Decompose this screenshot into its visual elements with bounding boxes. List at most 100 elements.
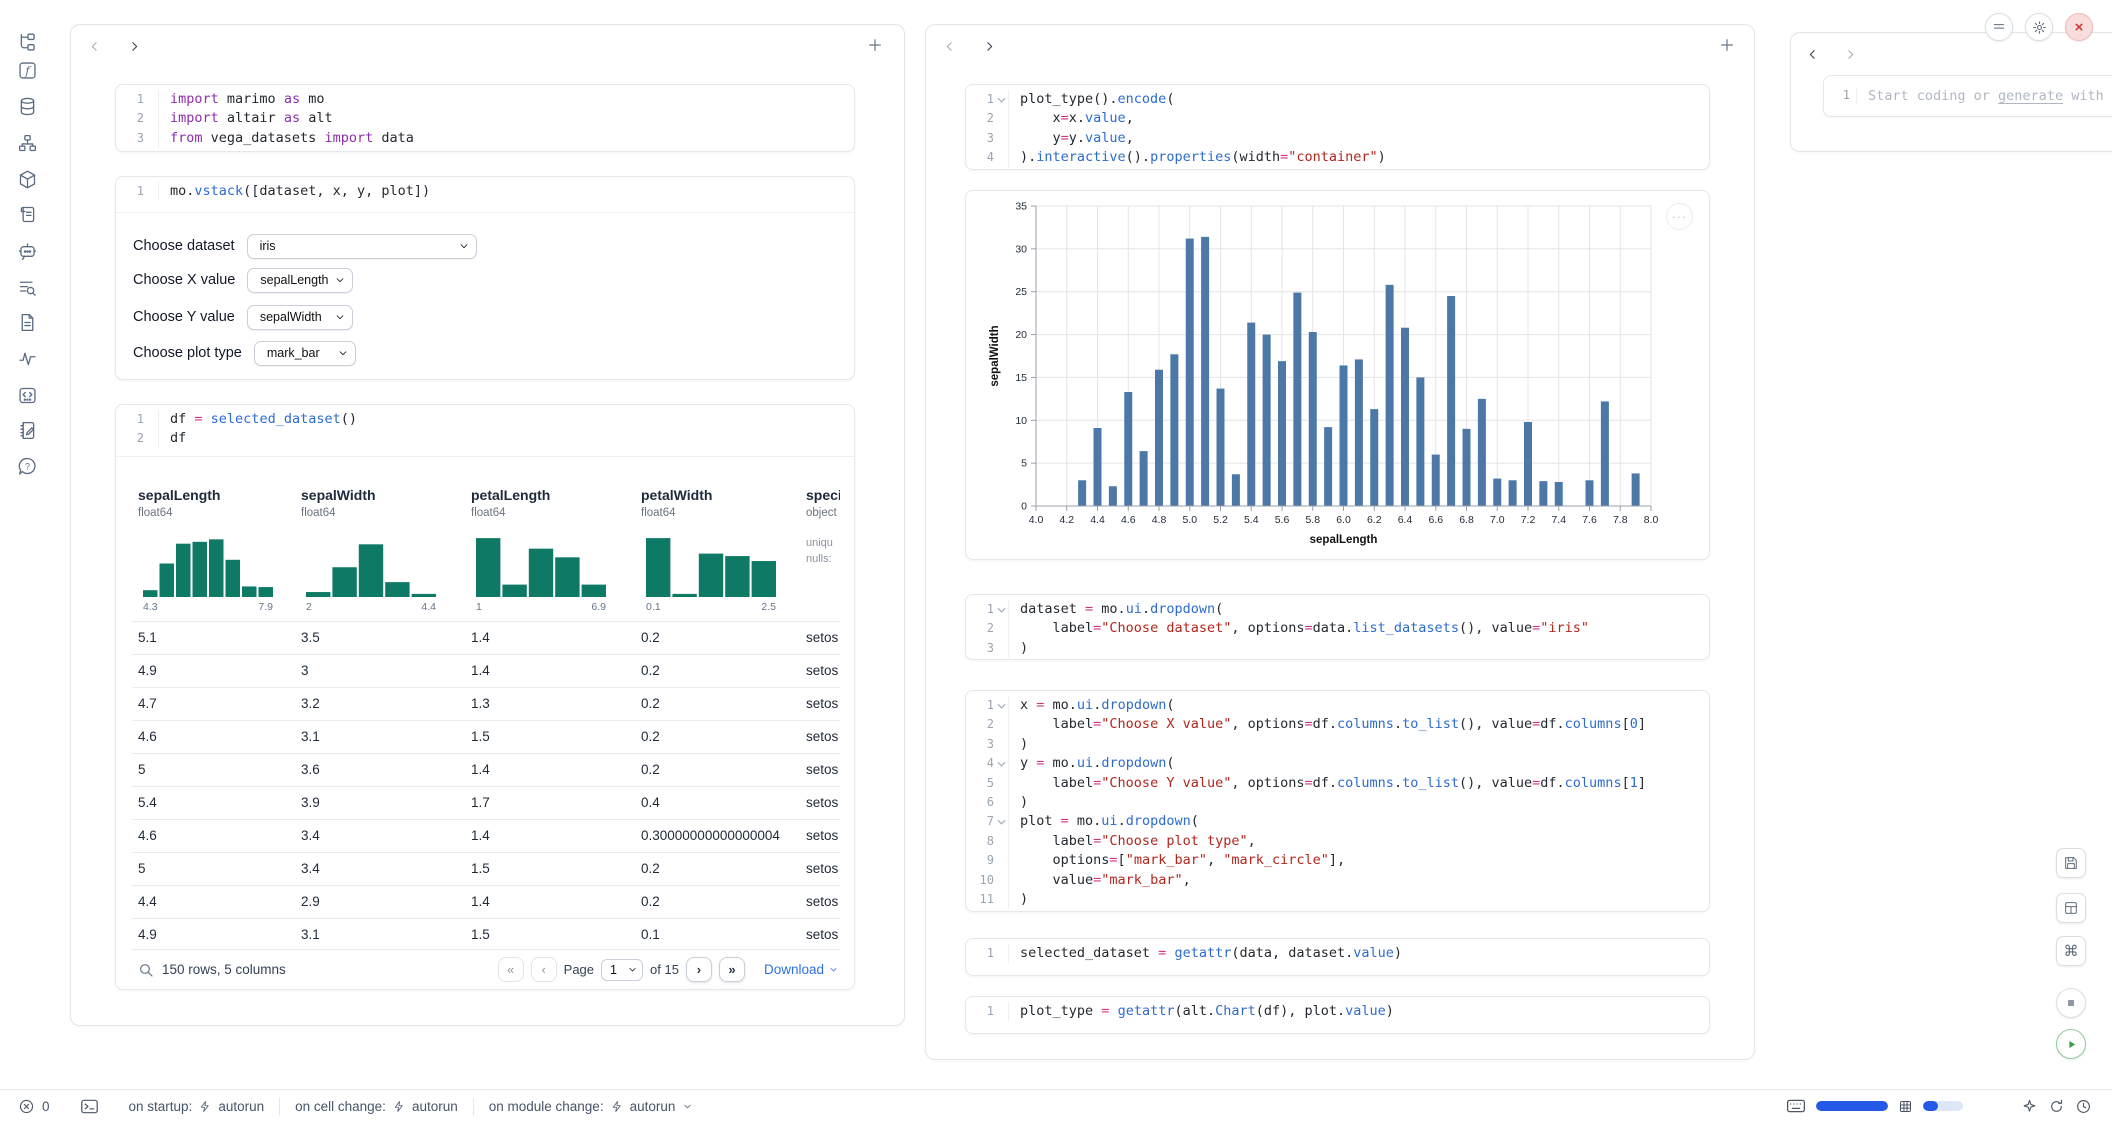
add-cell-icon[interactable] [864, 34, 886, 56]
bar[interactable] [1217, 389, 1225, 506]
download-button[interactable]: Download [764, 962, 838, 977]
bar[interactable] [1509, 480, 1517, 506]
terminal-button[interactable] [65, 1098, 114, 1115]
table-row[interactable]: 53.61.40.2setos [132, 753, 840, 786]
column-header[interactable]: speci [806, 487, 840, 503]
run-button[interactable] [2056, 1029, 2086, 1059]
bar[interactable] [1340, 365, 1348, 506]
dropdown-select[interactable]: iris [247, 234, 477, 259]
errors-indicator[interactable]: 0 [0, 1098, 65, 1115]
table-row[interactable]: 53.41.50.2setos [132, 852, 840, 885]
bar[interactable] [1586, 480, 1594, 506]
column-histogram[interactable] [646, 533, 776, 597]
fold-icon[interactable] [994, 90, 1008, 109]
bar[interactable] [1401, 328, 1409, 506]
last-page-button[interactable]: » [719, 957, 745, 982]
column-header[interactable]: petalLength [471, 487, 550, 503]
column-prev-icon[interactable] [938, 35, 960, 57]
stop-button[interactable] [2056, 988, 2086, 1018]
menu-button[interactable] [1985, 13, 2013, 41]
bar[interactable] [1293, 293, 1301, 506]
bar[interactable] [1247, 323, 1255, 506]
column-next-icon[interactable] [123, 35, 145, 57]
fold-icon[interactable] [994, 812, 1008, 831]
bar[interactable] [1601, 401, 1609, 506]
variables-icon[interactable]: f [14, 57, 40, 83]
bar[interactable] [1416, 377, 1424, 506]
column-header[interactable]: sepalLength [138, 487, 220, 503]
column-histogram[interactable] [476, 533, 606, 597]
bar[interactable] [1170, 354, 1178, 506]
dependency-graph-icon[interactable] [14, 130, 40, 156]
cell-vstack[interactable]: 1mo.vstack([dataset, x, y, plot]) Choose… [115, 176, 855, 380]
cell-xy-plot-dropdowns[interactable]: 1x = mo.ui.dropdown(2 label="Choose X va… [965, 690, 1710, 912]
dropdown-select[interactable]: sepalLength [247, 268, 353, 293]
on-module-change-toggle[interactable]: on module change: autorun [474, 1099, 709, 1114]
bar-chart[interactable]: 051015202530354.04.24.44.64.85.05.25.45.… [966, 191, 1711, 561]
on-cell-change-toggle[interactable]: on cell change: autorun [280, 1099, 473, 1114]
table-row[interactable]: 4.93.11.50.1setos [132, 918, 840, 951]
dropdown-select[interactable]: mark_bar [254, 341, 356, 366]
column-histogram[interactable] [306, 533, 436, 597]
outline-icon[interactable] [14, 201, 40, 227]
tracing-icon[interactable] [14, 345, 40, 371]
cell-dataset-dropdown[interactable]: 1dataset = mo.ui.dropdown(2 label="Choos… [965, 594, 1710, 660]
fold-icon[interactable] [994, 696, 1008, 715]
bar[interactable] [1278, 361, 1286, 506]
bar[interactable] [1493, 479, 1501, 506]
column-next-icon[interactable] [1839, 43, 1861, 65]
help-icon[interactable]: ? [14, 453, 40, 479]
cell-imports[interactable]: 1import marimo as mo2import altair as al… [115, 84, 855, 152]
search-icon[interactable] [138, 962, 154, 978]
bar[interactable] [1263, 335, 1271, 506]
page-select[interactable]: 1 [601, 959, 643, 981]
generate-link[interactable]: generate [1998, 88, 2063, 104]
cell-selected-dataset[interactable]: 1selected_dataset = getattr(data, datase… [965, 938, 1710, 976]
bar[interactable] [1386, 285, 1394, 506]
table-row[interactable]: 4.73.21.30.2setos [132, 687, 840, 720]
next-page-button[interactable]: › [686, 957, 712, 982]
bar[interactable] [1463, 429, 1471, 506]
bar[interactable] [1478, 399, 1486, 506]
settings-button[interactable] [2025, 13, 2053, 41]
bar[interactable] [1355, 359, 1363, 506]
ai-chat-icon[interactable] [14, 238, 40, 264]
documentation-icon[interactable] [14, 309, 40, 335]
data-sources-icon[interactable] [14, 93, 40, 119]
snippets-icon[interactable] [14, 382, 40, 408]
column-header[interactable]: sepalWidth [301, 487, 376, 503]
bar[interactable] [1432, 455, 1440, 506]
bar[interactable] [1447, 296, 1455, 506]
column-histogram[interactable] [143, 533, 273, 597]
on-startup-toggle[interactable]: on startup: autorun [114, 1099, 280, 1114]
sync-icon[interactable] [2048, 1098, 2065, 1115]
layout-button[interactable] [2056, 893, 2086, 923]
bar[interactable] [1524, 422, 1532, 506]
bar[interactable] [1140, 451, 1148, 506]
save-button[interactable] [2056, 848, 2086, 878]
column-prev-icon[interactable] [1801, 43, 1823, 65]
packages-icon[interactable] [14, 166, 40, 192]
prev-page-button[interactable]: ‹ [531, 957, 557, 982]
file-explorer-icon[interactable] [14, 29, 40, 55]
close-panel-button[interactable]: × [2065, 13, 2093, 41]
bar[interactable] [1094, 428, 1102, 506]
new-cell-editor[interactable]: 1 Start coding or generate with [1823, 75, 2112, 117]
cell-dataframe[interactable]: 1df = selected_dataset()2df sepalLengthf… [115, 404, 855, 990]
bar[interactable] [1232, 474, 1240, 506]
column-prev-icon[interactable] [83, 35, 105, 57]
bar[interactable] [1370, 409, 1378, 506]
column-header[interactable]: petalWidth [641, 487, 712, 503]
add-cell-icon[interactable] [1716, 34, 1738, 56]
column-next-icon[interactable] [978, 35, 1000, 57]
bar[interactable] [1309, 332, 1317, 506]
chart-actions-icon[interactable]: ··· [1666, 203, 1693, 230]
logs-icon[interactable] [14, 274, 40, 300]
first-page-button[interactable]: « [498, 957, 524, 982]
table-row[interactable]: 5.43.91.70.4setos [132, 786, 840, 819]
scratchpad-icon[interactable] [14, 417, 40, 443]
fold-icon[interactable] [994, 600, 1008, 619]
fold-icon[interactable] [994, 754, 1008, 773]
bar[interactable] [1124, 392, 1132, 506]
clock-icon[interactable] [2075, 1098, 2092, 1115]
